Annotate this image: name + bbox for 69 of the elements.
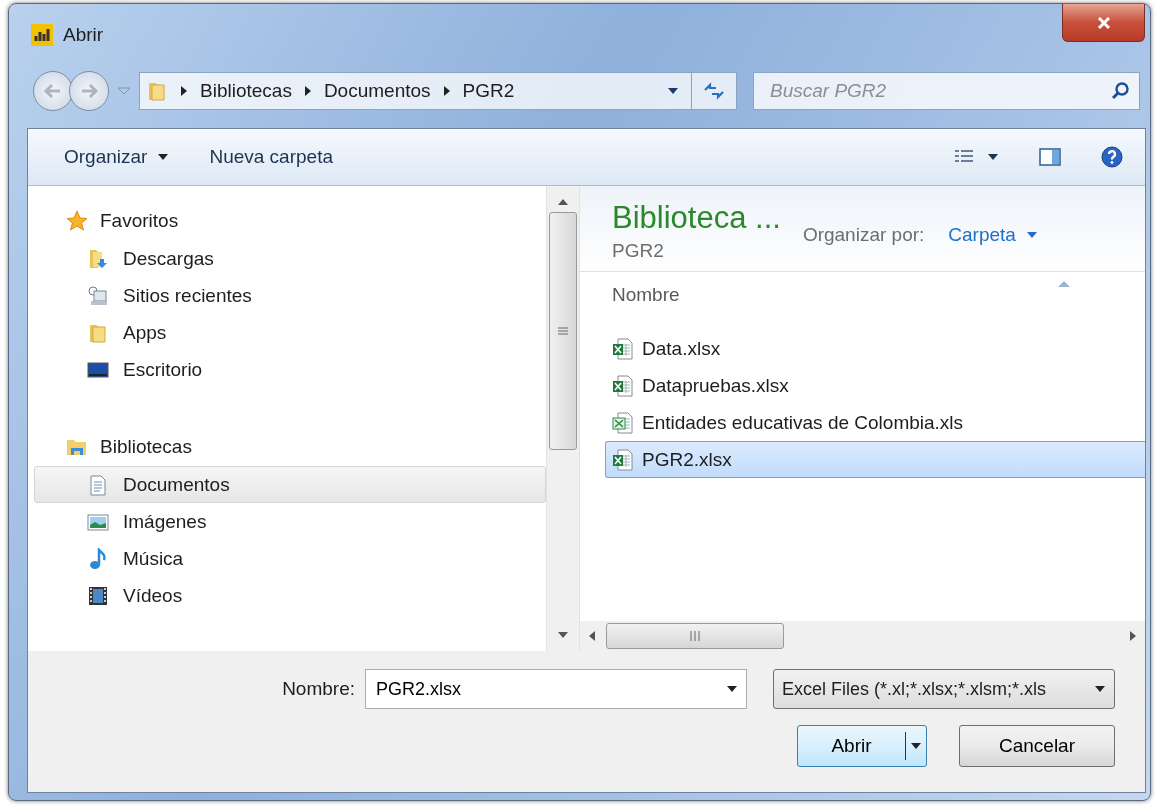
open-button[interactable]: Abrir bbox=[797, 725, 927, 767]
forward-button[interactable] bbox=[69, 71, 109, 111]
chevron-icon[interactable] bbox=[180, 86, 188, 96]
preview-pane-icon[interactable] bbox=[1039, 146, 1061, 168]
spreadsheet-file-icon bbox=[612, 374, 634, 397]
vertical-scrollbar[interactable] bbox=[546, 186, 579, 651]
breadcrumb[interactable]: PGR2 bbox=[462, 80, 515, 102]
file-type-dropdown[interactable]: Excel Files (*.xl;*.xlsx;*.xlsm;*.xls bbox=[773, 669, 1115, 709]
music-note-icon bbox=[87, 547, 109, 570]
breadcrumb[interactable]: Bibliotecas bbox=[200, 80, 292, 102]
scroll-down-icon[interactable] bbox=[557, 631, 569, 639]
star-icon bbox=[66, 210, 88, 232]
close-icon[interactable] bbox=[1095, 14, 1112, 31]
file-item[interactable]: PGR2.xlsx bbox=[605, 441, 1145, 478]
address-bar[interactable]: Bibliotecas Documentos PGR2 bbox=[139, 72, 737, 110]
library-title: Biblioteca ... bbox=[612, 200, 781, 236]
new-folder-button[interactable]: Nueva carpeta bbox=[209, 146, 333, 168]
arrange-dropdown[interactable]: Carpeta bbox=[948, 224, 1038, 246]
spreadsheet-file-icon bbox=[612, 448, 634, 471]
dropdown-arrow-icon bbox=[1094, 685, 1106, 693]
nav-item[interactable]: Vídeos bbox=[34, 577, 546, 614]
nav-item[interactable]: Música bbox=[34, 540, 546, 577]
nav-group[interactable]: Bibliotecas bbox=[34, 428, 546, 466]
scroll-up-icon[interactable] bbox=[557, 198, 569, 206]
window-title: Abrir bbox=[63, 24, 104, 46]
chevron-icon[interactable] bbox=[442, 86, 451, 96]
back-button[interactable] bbox=[33, 71, 73, 111]
refresh-icon[interactable] bbox=[703, 82, 725, 100]
filename-label: Nombre: bbox=[282, 678, 355, 700]
bar-chart-icon bbox=[31, 24, 53, 46]
sort-arrow-icon bbox=[1057, 280, 1071, 288]
arrange-label: Organizar por: bbox=[802, 224, 925, 246]
file-item[interactable]: Entidades educativas de Colombia.xls bbox=[605, 404, 1145, 441]
document-icon bbox=[87, 473, 109, 496]
library-subtitle: PGR2 bbox=[612, 240, 665, 262]
nav-group[interactable]: Favoritos bbox=[34, 202, 546, 240]
legacy-spreadsheet-file-icon bbox=[612, 411, 634, 434]
organize-menu[interactable]: Organizar bbox=[64, 146, 170, 168]
nav-item[interactable]: Imágenes bbox=[34, 503, 546, 540]
scroll-right-icon[interactable] bbox=[1129, 630, 1137, 642]
nav-item[interactable]: Escritorio bbox=[34, 351, 546, 388]
nav-item[interactable]: Descargas bbox=[34, 240, 546, 277]
column-header[interactable]: Nombre bbox=[612, 284, 680, 330]
help-icon[interactable] bbox=[1101, 146, 1123, 168]
chevron-icon[interactable] bbox=[303, 86, 312, 96]
spreadsheet-file-icon bbox=[612, 337, 634, 360]
film-icon bbox=[87, 584, 109, 607]
cancel-button[interactable]: Cancelar bbox=[959, 725, 1115, 767]
caret-icon bbox=[157, 153, 170, 161]
file-item[interactable]: Data.xlsx bbox=[605, 330, 1145, 367]
search-icon[interactable] bbox=[1111, 81, 1131, 101]
scroll-left-icon[interactable] bbox=[588, 630, 596, 642]
folder-icon bbox=[146, 80, 168, 102]
caret-icon[interactable] bbox=[1025, 231, 1038, 239]
scroll-thumb[interactable] bbox=[549, 212, 577, 450]
horizontal-scrollbar[interactable] bbox=[580, 621, 1145, 651]
caret-icon[interactable] bbox=[987, 153, 999, 161]
nav-item[interactable]: Documentos bbox=[34, 466, 546, 503]
folder-download-icon bbox=[87, 247, 109, 270]
file-item[interactable]: Datapruebas.xlsx bbox=[605, 367, 1145, 404]
breadcrumb[interactable]: Documentos bbox=[323, 80, 431, 102]
nav-item[interactable]: Sitios recientes bbox=[34, 277, 546, 314]
dropdown-arrow-icon bbox=[726, 685, 738, 693]
recent-places-icon bbox=[87, 284, 109, 307]
scroll-thumb[interactable] bbox=[606, 623, 784, 649]
close-button[interactable] bbox=[1062, 4, 1145, 42]
caret-icon bbox=[910, 742, 922, 750]
dropdown-arrow-icon[interactable] bbox=[667, 87, 679, 95]
nav-item[interactable]: Apps bbox=[34, 314, 546, 351]
